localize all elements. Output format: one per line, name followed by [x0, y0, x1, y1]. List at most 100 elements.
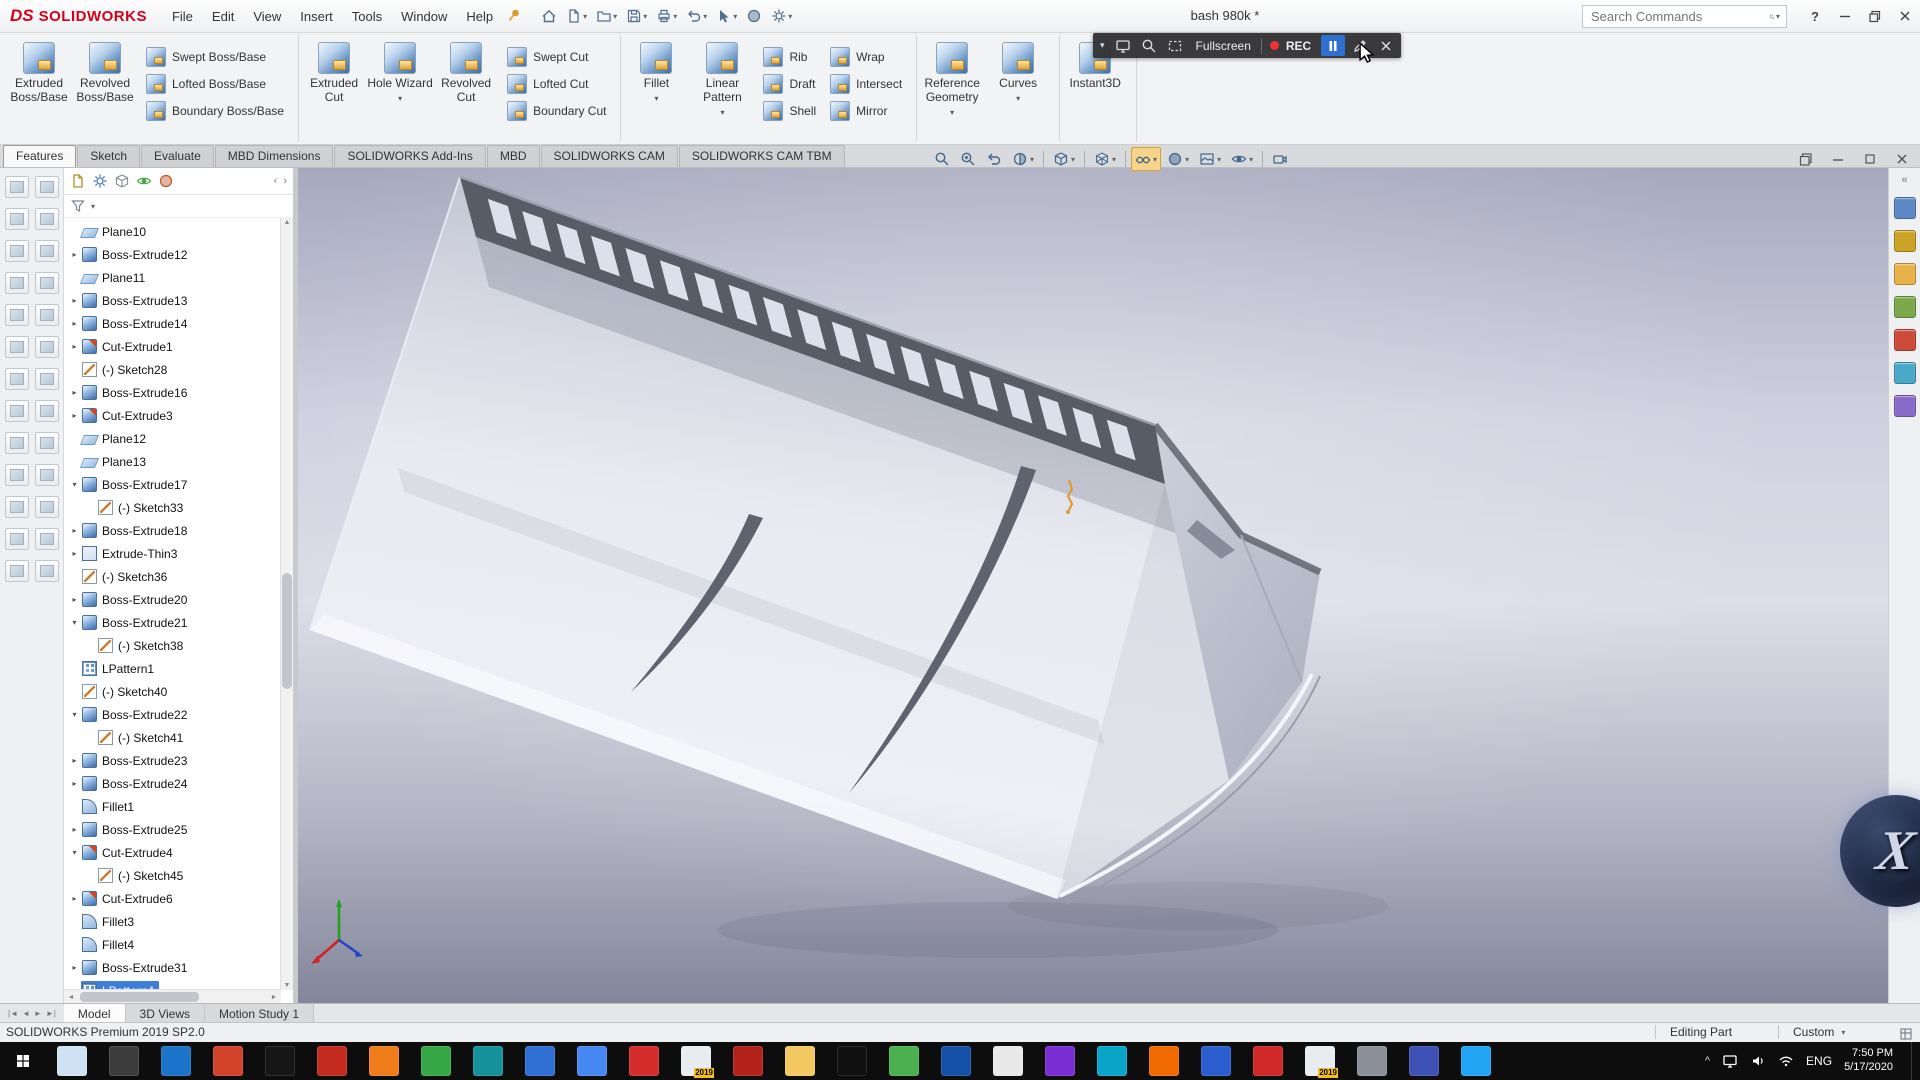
record-button[interactable]: REC [1283, 39, 1317, 53]
mirror-button[interactable]: Mirror [828, 100, 908, 122]
network-icon[interactable] [1778, 1053, 1794, 1069]
tab-mbd-dimensions[interactable]: MBD Dimensions [215, 145, 334, 167]
dock-icon[interactable] [35, 528, 59, 550]
view-orientation-button[interactable]: ▾ [1049, 147, 1079, 171]
revolved-cut-button[interactable]: Revolved Cut [433, 36, 499, 142]
taskbar-app-3[interactable] [161, 1046, 191, 1076]
wrap-button[interactable]: Wrap [828, 46, 908, 68]
expand-arrow-icon[interactable]: ▸ [68, 756, 81, 765]
dock-icon[interactable] [35, 304, 59, 326]
taskbar-app-2[interactable] [109, 1046, 139, 1076]
tree-item-cut-extrude4[interactable]: ▾Cut-Extrude4 [64, 841, 281, 864]
recorder-region-icon[interactable] [1164, 35, 1186, 56]
boundary-boss-base-button[interactable]: Boundary Boss/Base [144, 100, 290, 122]
file-explorer-pane-icon[interactable] [1894, 263, 1916, 285]
tree-item-boss-extrude21[interactable]: ▾Boss-Extrude21 [64, 611, 281, 634]
tree-item-plane12[interactable]: Plane12 [64, 427, 281, 450]
taskbar-app-21[interactable] [1097, 1046, 1127, 1076]
hole-wizard-button[interactable]: Hole Wizard▾ [367, 36, 433, 142]
view-tab-nav-3[interactable]: ►| [46, 1009, 56, 1018]
show-desktop-button[interactable] [1911, 1042, 1918, 1080]
linear-pattern-button[interactable]: Linear Pattern▾ [689, 36, 755, 142]
tree-item-boss-extrude24[interactable]: ▸Boss-Extrude24 [64, 772, 281, 795]
zoom-to-fit-button[interactable] [930, 147, 954, 171]
taskbar-app-18[interactable] [941, 1046, 971, 1076]
taskbar-app-7[interactable] [369, 1046, 399, 1076]
select-caret-icon[interactable]: ▾ [733, 12, 737, 21]
tree-item-boss-extrude13[interactable]: ▸Boss-Extrude13 [64, 289, 281, 312]
task-pane-expand-icon[interactable]: « [1901, 174, 1907, 186]
taskbar-app-26[interactable] [1357, 1046, 1387, 1076]
tree-item-fillet1[interactable]: Fillet1 [64, 795, 281, 818]
language-indicator[interactable]: ENG [1806, 1054, 1832, 1068]
graphics-viewport[interactable] [298, 168, 1888, 1004]
extruded-cut-button[interactable]: Extruded Cut [301, 36, 367, 142]
dock-icon[interactable] [5, 208, 29, 230]
save-caret-icon[interactable]: ▾ [643, 12, 647, 21]
home-button[interactable] [538, 4, 560, 28]
dimxpert-manager-tab[interactable] [136, 173, 152, 189]
tree-item-sketch41[interactable]: (-) Sketch41 [64, 726, 281, 749]
dropdown-caret-icon[interactable]: ▾ [654, 94, 658, 103]
dock-icon[interactable] [35, 496, 59, 518]
model-3d-view[interactable] [298, 168, 1888, 1004]
new-document-caret-icon[interactable]: ▾ [583, 12, 587, 21]
tree-vertical-scrollbar[interactable]: ▲ ▼ [280, 218, 293, 990]
view-settings-button[interactable]: ▾ [1227, 147, 1257, 171]
revolved-boss-base-button[interactable]: Revolved Boss/Base [72, 36, 138, 142]
recorder-close-button[interactable] [1375, 35, 1397, 56]
scroll-right-icon[interactable]: ► [267, 994, 281, 1001]
recorder-menu-caret-icon[interactable]: ▾ [1097, 40, 1108, 51]
tree-item-boss-extrude16[interactable]: ▸Boss-Extrude16 [64, 381, 281, 404]
taskbar-app-5[interactable] [265, 1046, 295, 1076]
view-tab-motion-study-1[interactable]: Motion Study 1 [205, 1004, 314, 1023]
dock-icon[interactable] [5, 336, 29, 358]
tree-item-sketch28[interactable]: (-) Sketch28 [64, 358, 281, 381]
tree-item-extrude-thin3[interactable]: ▸Extrude-Thin3 [64, 542, 281, 565]
menu-file[interactable]: File [163, 5, 202, 28]
zoom-to-area-button[interactable] [956, 147, 980, 171]
tree-item-lpattern1[interactable]: LPattern1 [64, 657, 281, 680]
dock-icon[interactable] [5, 240, 29, 262]
dock-icon[interactable] [35, 400, 59, 422]
taskbar-app-20[interactable] [1045, 1046, 1075, 1076]
tree-item-boss-extrude14[interactable]: ▸Boss-Extrude14 [64, 312, 281, 335]
dropdown-caret-icon[interactable]: ▾ [720, 108, 724, 117]
tab-solidworks-cam[interactable]: SOLIDWORKS CAM [541, 145, 678, 167]
fillet-button[interactable]: Fillet▾ [623, 36, 689, 142]
tree-item-plane10[interactable]: Plane10 [64, 220, 281, 243]
view-tab-nav-0[interactable]: |◄ [8, 1009, 18, 1018]
save-button[interactable]: ▾ [623, 4, 650, 28]
draft-button[interactable]: Draft [761, 73, 822, 95]
swept-boss-base-button[interactable]: Swept Boss/Base [144, 46, 290, 68]
reference-geometry-button[interactable]: Reference Geometry▾ [919, 36, 985, 142]
view-orientation-caret-icon[interactable]: ▾ [1071, 155, 1075, 164]
status-tag-icon[interactable] [1898, 1026, 1914, 1042]
dock-icon[interactable] [35, 272, 59, 294]
expand-arrow-icon[interactable]: ▸ [68, 825, 81, 834]
configuration-manager-tab[interactable] [114, 173, 130, 189]
tree-item-cut-extrude1[interactable]: ▸Cut-Extrude1 [64, 335, 281, 358]
dock-icon[interactable] [35, 464, 59, 486]
expand-arrow-icon[interactable]: ▸ [68, 963, 81, 972]
collapse-arrow-icon[interactable]: ▾ [68, 848, 81, 857]
dropdown-caret-icon[interactable]: ▾ [398, 94, 402, 103]
tree-item-boss-extrude31[interactable]: ▸Boss-Extrude31 [64, 956, 281, 979]
expand-arrow-icon[interactable]: ▸ [68, 526, 81, 535]
tree-item-cut-extrude3[interactable]: ▸Cut-Extrude3 [64, 404, 281, 427]
collapse-arrow-icon[interactable]: ▾ [68, 480, 81, 489]
dock-icon[interactable] [5, 464, 29, 486]
expand-arrow-icon[interactable]: ▸ [68, 319, 81, 328]
file-explorer[interactable] [785, 1046, 815, 1076]
menu-tools[interactable]: Tools [343, 5, 391, 28]
tree-item-sketch38[interactable]: (-) Sketch38 [64, 634, 281, 657]
dock-icon[interactable] [5, 272, 29, 294]
taskbar-app-12[interactable] [629, 1046, 659, 1076]
taskbar-app-6[interactable] [317, 1046, 347, 1076]
view-tab-model[interactable]: Model [64, 1004, 126, 1023]
swept-cut-button[interactable]: Swept Cut [505, 46, 612, 68]
appearance-button[interactable] [743, 4, 765, 28]
expand-arrow-icon[interactable]: ▸ [68, 894, 81, 903]
section-view-caret-icon[interactable]: ▾ [1030, 155, 1034, 164]
doc-close-icon[interactable] [1894, 151, 1910, 167]
